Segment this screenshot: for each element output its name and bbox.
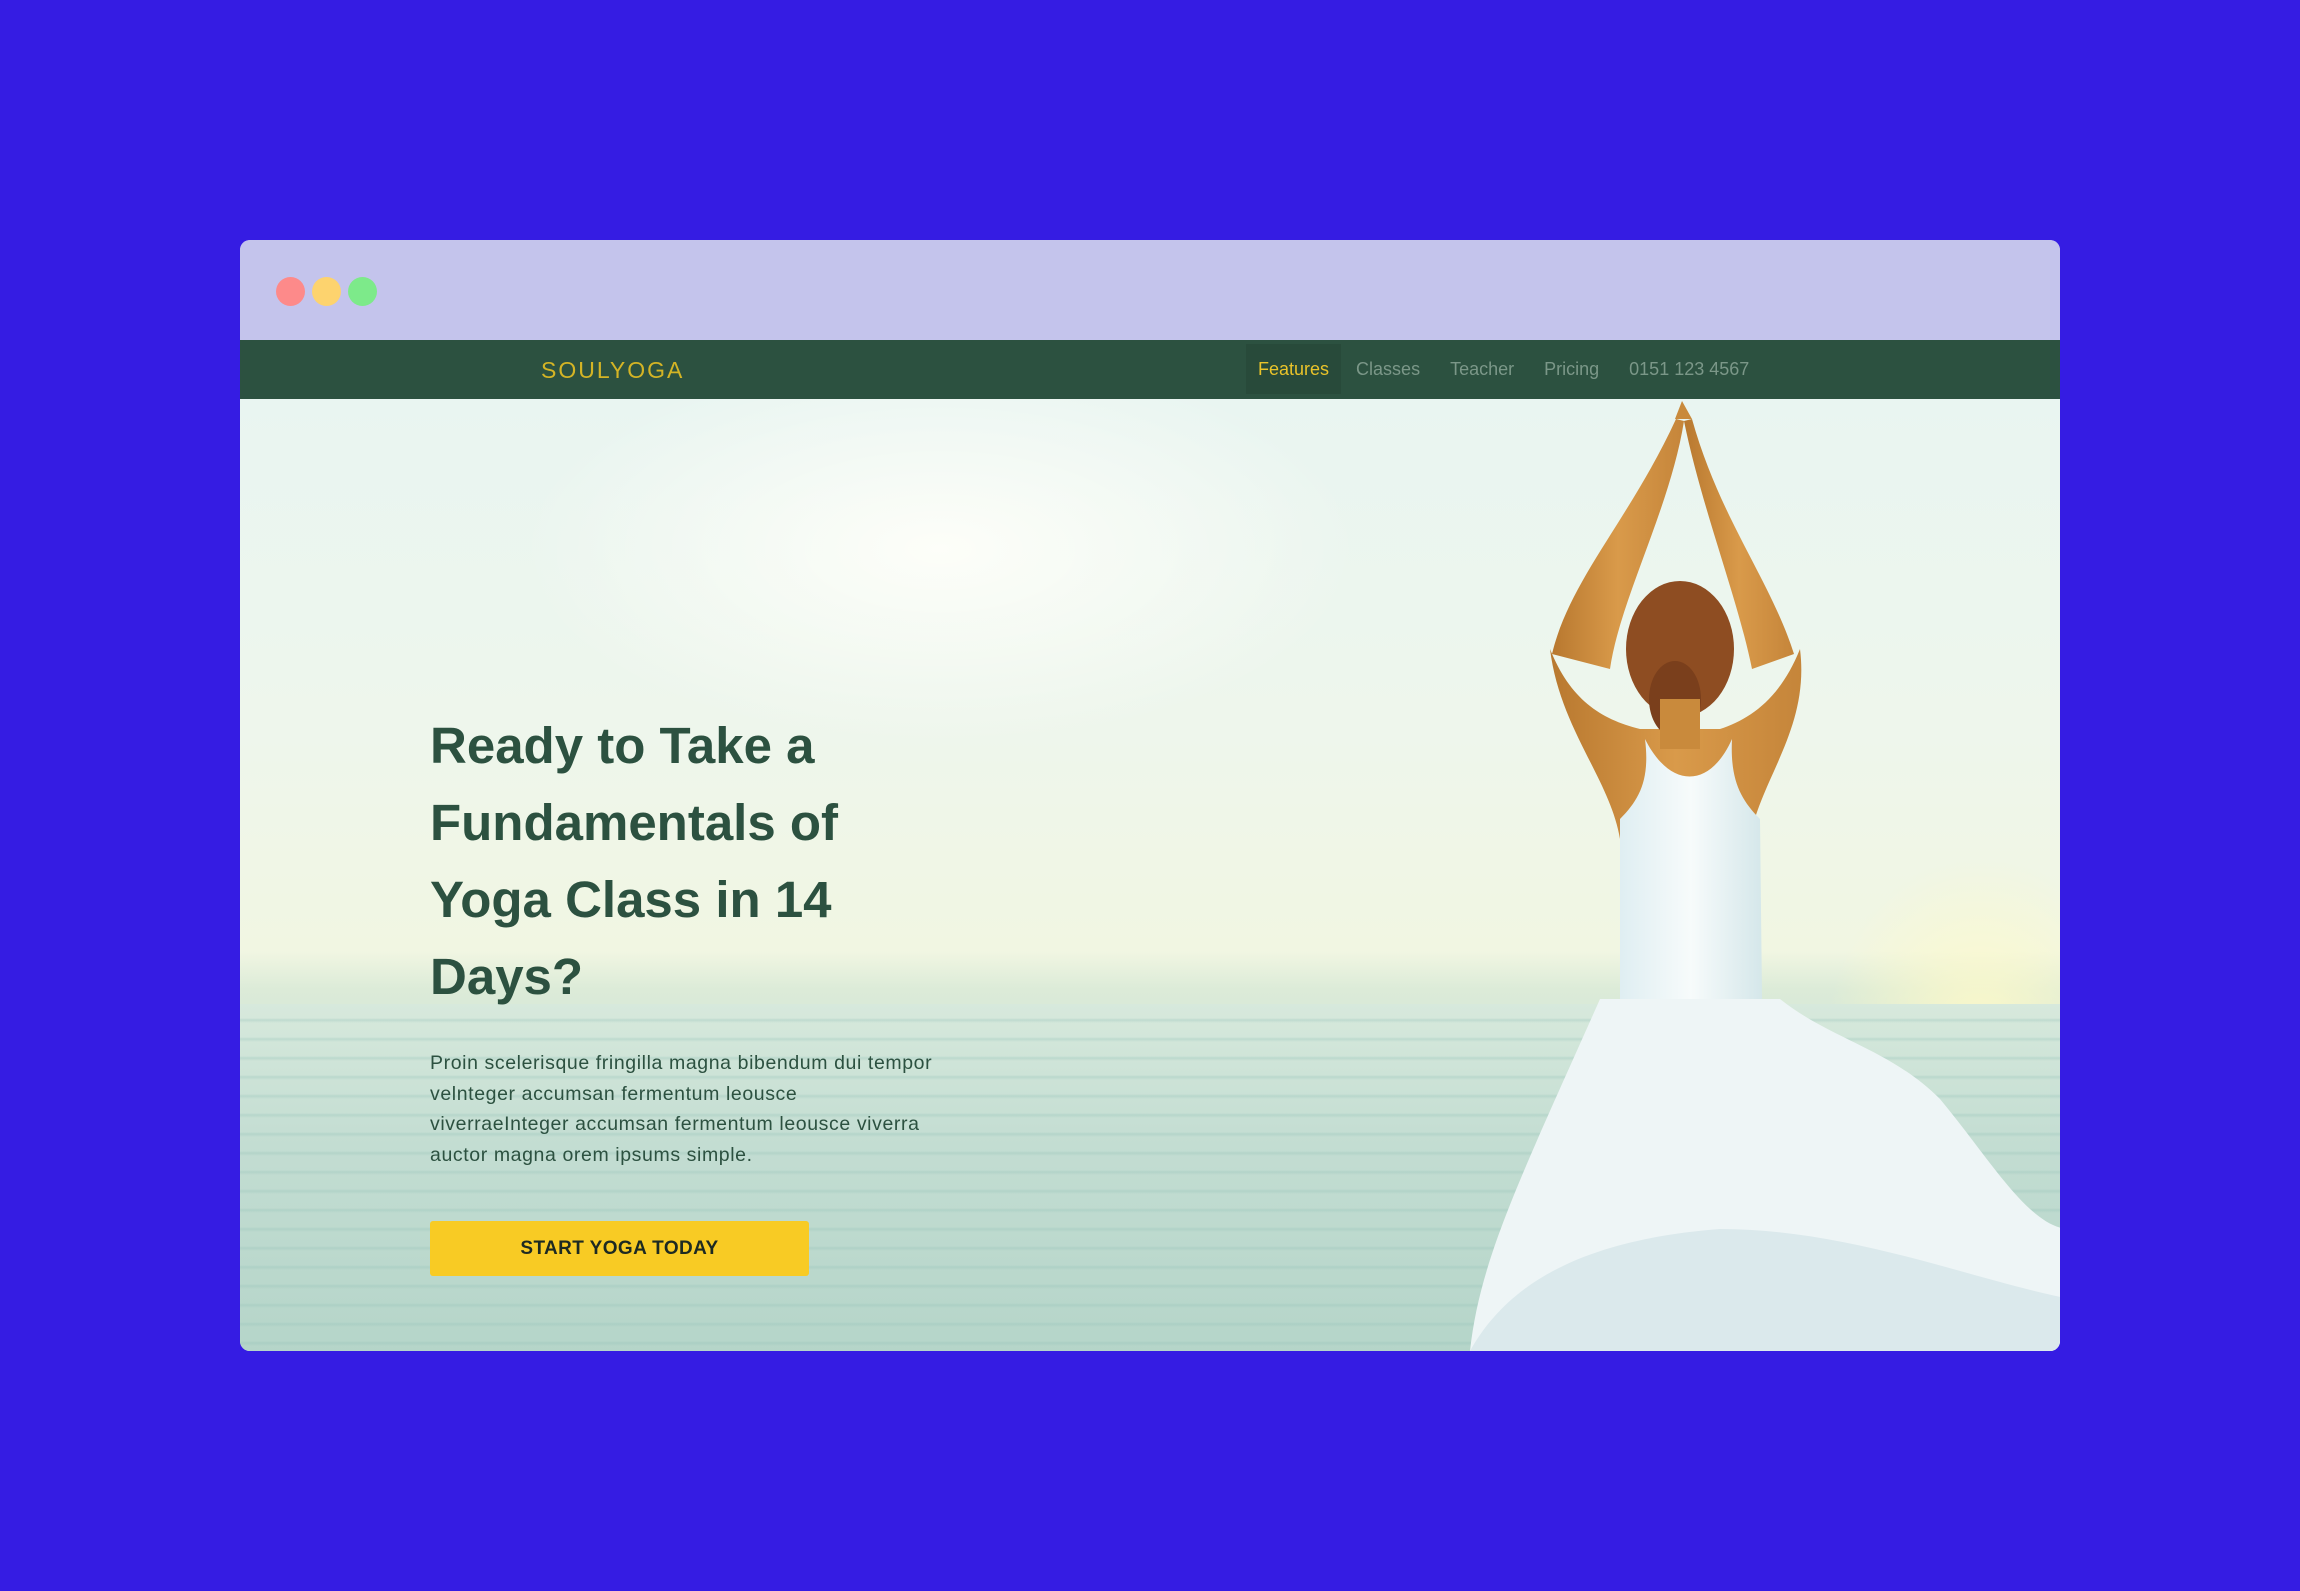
nav-item-classes[interactable]: Classes — [1341, 344, 1435, 394]
yoga-figure-image — [1470, 401, 2060, 1351]
site-navbar: SOULYOGA Features Classes Teacher Pricin… — [240, 340, 2060, 399]
browser-window: SOULYOGA Features Classes Teacher Pricin… — [240, 240, 2060, 1351]
hero-headline: Ready to Take a Fundamentals of Yoga Cla… — [430, 717, 839, 1005]
hero-section: Ready to Take a Fundamentals of Yoga Cla… — [240, 399, 2060, 1351]
nav-item-phone[interactable]: 0151 123 4567 — [1614, 344, 1764, 394]
browser-titlebar — [240, 240, 2060, 340]
nav-item-pricing[interactable]: Pricing — [1529, 344, 1614, 394]
close-window-button[interactable] — [276, 277, 305, 306]
nav-item-teacher[interactable]: Teacher — [1435, 344, 1529, 394]
hero-description: Proin scelerisque fringilla magna bibend… — [430, 1052, 933, 1166]
start-yoga-button[interactable]: START YOGA TODAY — [430, 1221, 809, 1276]
minimize-window-button[interactable] — [312, 277, 341, 306]
brand-logo[interactable]: SOULYOGA — [541, 356, 684, 384]
nav-item-features[interactable]: Features — [1246, 344, 1342, 394]
maximize-window-button[interactable] — [348, 277, 377, 306]
main-nav: Features Classes Teacher Pricing 0151 12… — [1246, 344, 1764, 394]
